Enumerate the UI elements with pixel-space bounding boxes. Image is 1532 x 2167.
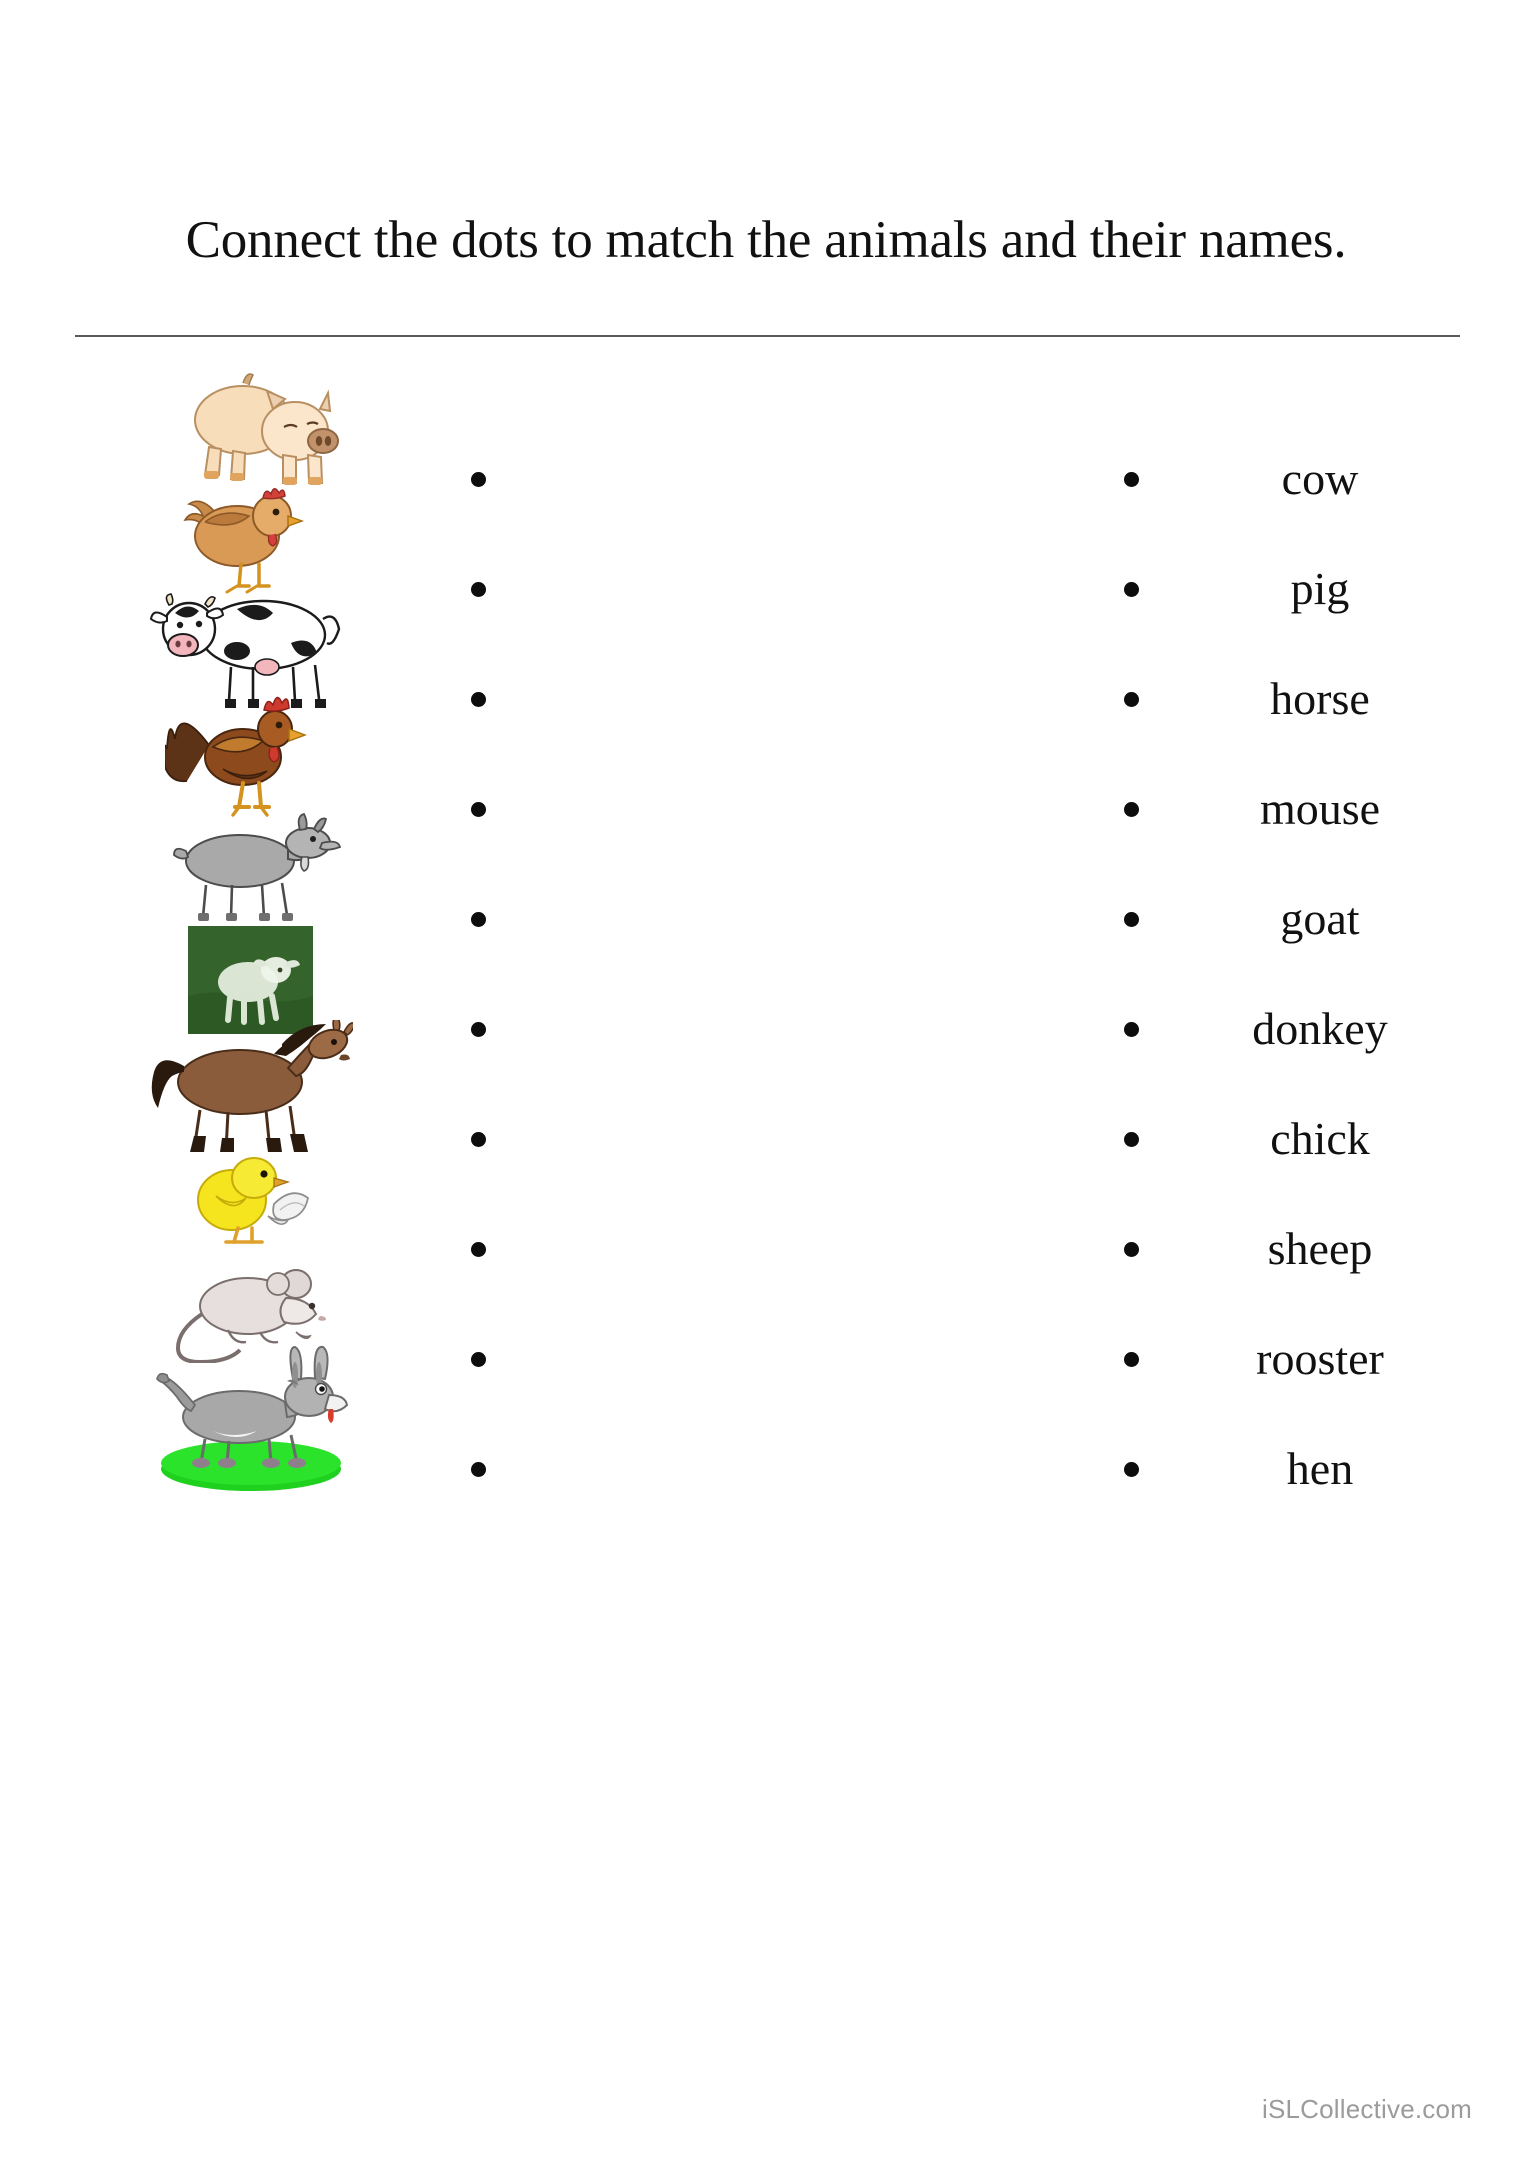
page-title: Connect the dots to match the animals an…: [185, 211, 1347, 269]
worksheet-page: Connect the dots to match the animals an…: [0, 0, 1532, 2167]
connect-dot-right[interactable]: [1124, 1462, 1139, 1477]
sheep-icon: [187, 926, 313, 1034]
animal-image-donkey: [130, 1345, 370, 1491]
connect-dot-left[interactable]: [471, 1462, 486, 1477]
islcollective-watermark: iSLCollective.com: [1261, 2094, 1472, 2124]
donkey-icon: [155, 1345, 348, 1491]
chick-icon: [197, 1157, 309, 1244]
header-divider: [75, 335, 1460, 337]
table-row: hen: [0, 1345, 1532, 1494]
matching-exercise: cow pig horse mouse goat donkey chick sh…: [0, 360, 1532, 1860]
word-label: hen: [1286, 1443, 1354, 1494]
